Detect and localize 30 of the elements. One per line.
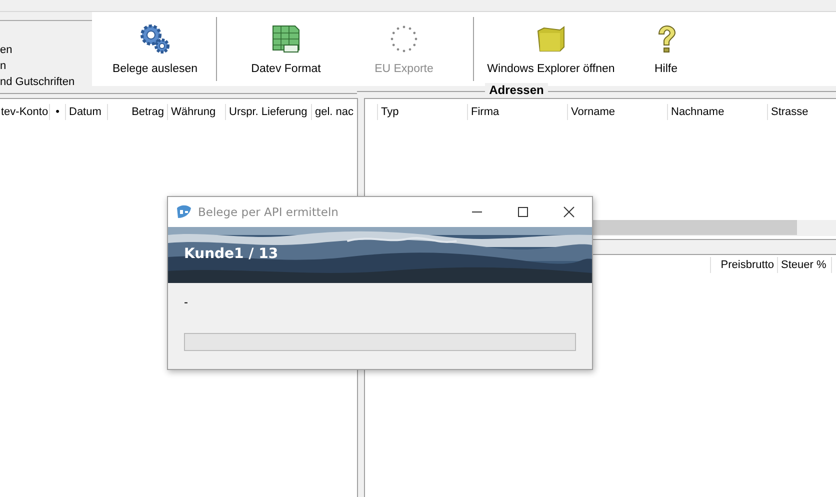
panel-item[interactable]: en — [0, 42, 92, 58]
column-header[interactable]: Vorname — [568, 104, 668, 120]
window-title: Belege per API ermitteln — [198, 205, 340, 219]
spreadsheet-icon — [270, 23, 302, 55]
app-icon — [176, 204, 192, 220]
column-header[interactable]: Strasse — [768, 104, 836, 120]
column-header[interactable]: tev-Konto — [0, 104, 50, 120]
close-icon — [563, 206, 575, 218]
maximize-icon — [517, 206, 529, 218]
column-header[interactable]: • — [50, 104, 66, 120]
column-header[interactable]: Firma — [468, 104, 568, 120]
panel-item[interactable]: nd Gutschriften — [0, 74, 92, 90]
panel-title: Adressen — [485, 83, 548, 97]
dialog-heading: Kunde1 / 13 — [184, 246, 278, 262]
column-header[interactable]: Typ — [378, 104, 468, 120]
column-header[interactable]: Preisbrutto — [710, 257, 778, 273]
toolbar-button[interactable]: Hilfe — [618, 12, 714, 86]
column-header[interactable]: Steuer % — [778, 257, 832, 273]
toolbar-button[interactable]: Belege auslesen — [104, 12, 206, 86]
column-header[interactable]: Urspr. Lieferung — [226, 104, 312, 120]
stars-icon — [388, 23, 420, 55]
column-header[interactable]: Datum — [66, 104, 108, 120]
column-header[interactable]: Nachname — [668, 104, 768, 120]
panel-item[interactable]: n — [0, 58, 92, 74]
column-header[interactable]: Währung — [168, 104, 226, 120]
column-header[interactable]: Betrag — [108, 104, 168, 120]
gears-icon — [139, 23, 171, 55]
toolbar-button[interactable]: Datev Format — [227, 12, 345, 86]
column-header[interactable]: gel. nac — [312, 104, 357, 120]
status-text: - — [184, 295, 189, 311]
